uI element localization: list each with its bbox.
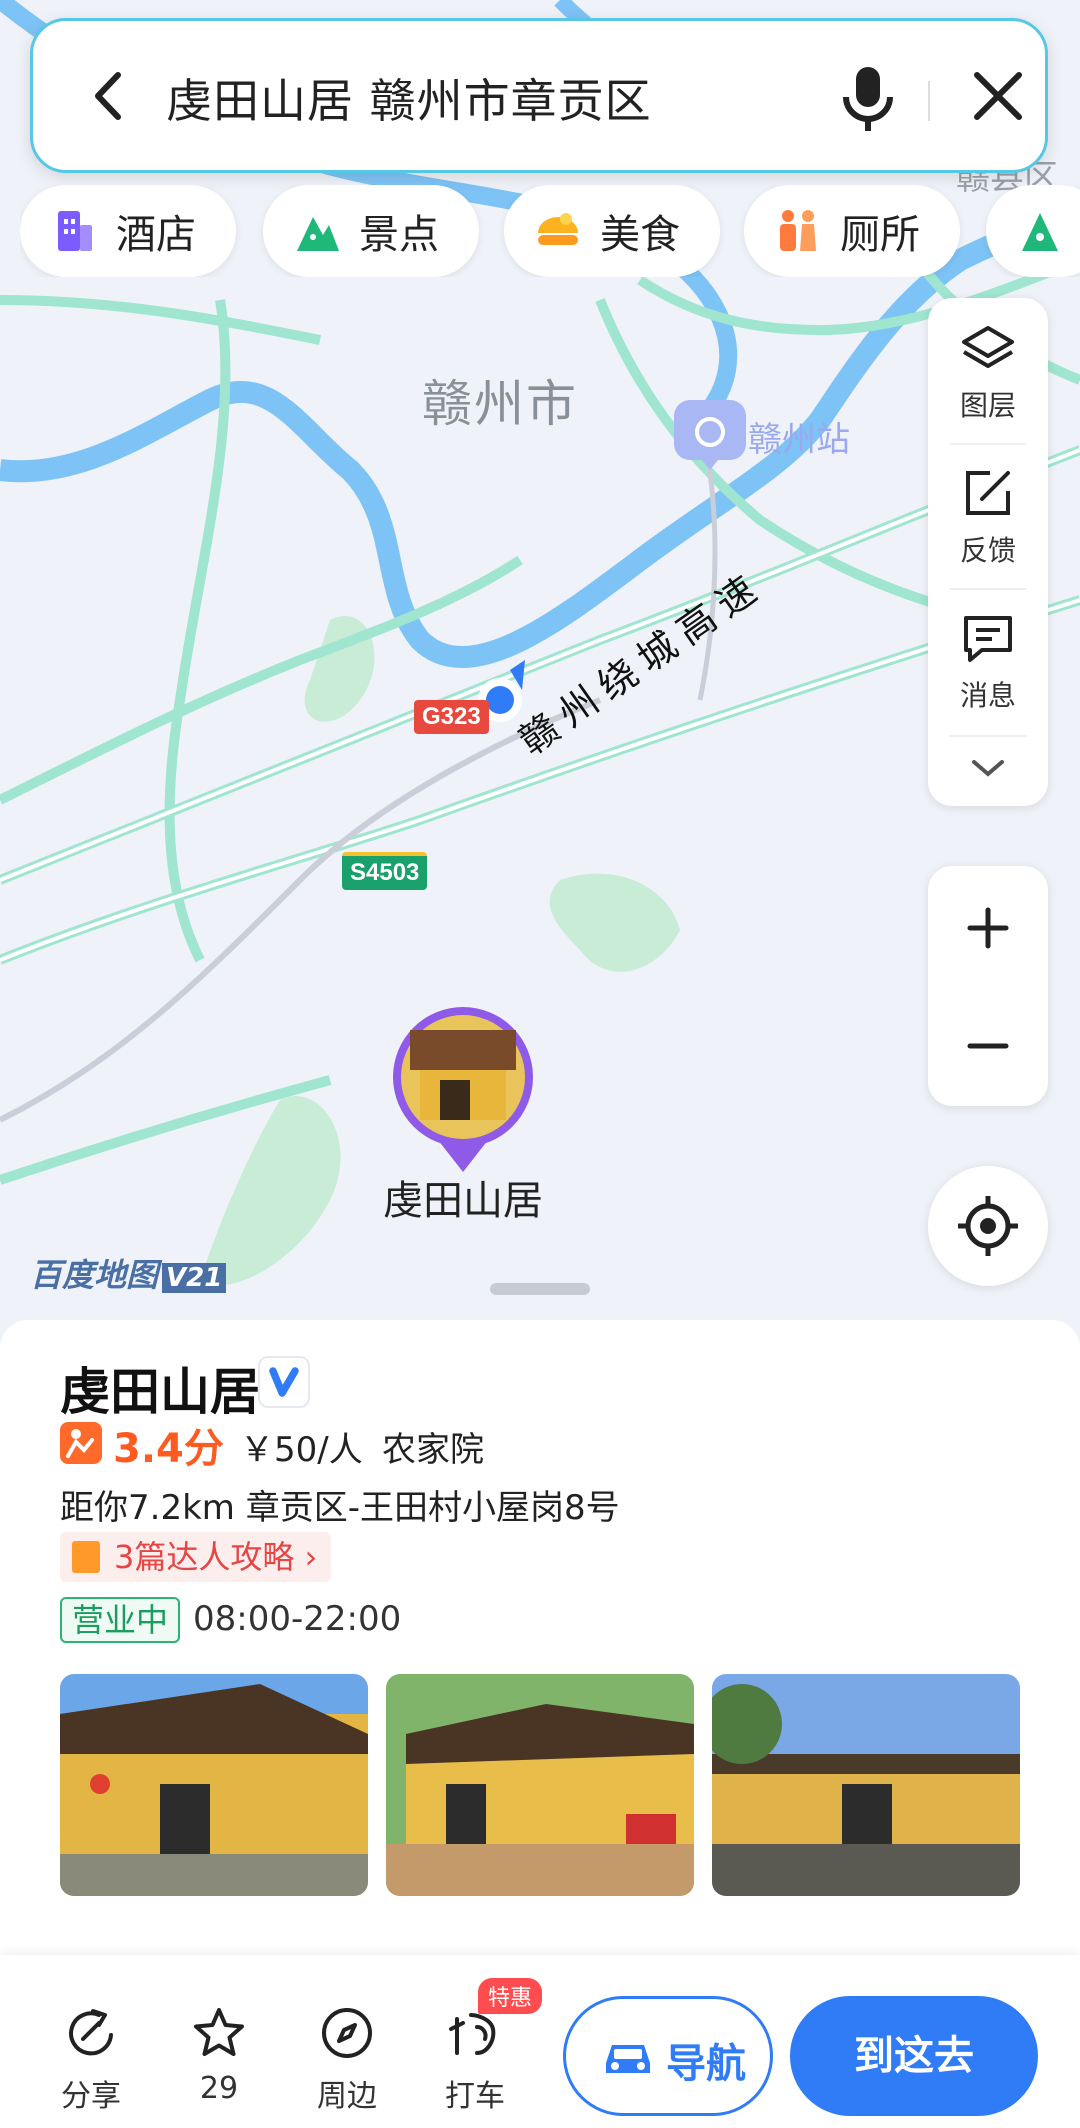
guides-link[interactable]: 3篇达人攻略 › — [60, 1532, 332, 1582]
go-here-button[interactable]: 到这去 — [790, 1996, 1038, 2116]
verified-icon — [258, 1356, 310, 1408]
share-icon — [69, 2009, 113, 2056]
favorite-button[interactable]: 29 — [164, 1955, 274, 2106]
category-chips: 酒店 景点 美食 厕所 — [20, 185, 1080, 277]
back-icon[interactable] — [73, 61, 143, 131]
tool-divider — [950, 735, 1026, 737]
place-category: 农家院 — [382, 1430, 484, 1470]
compass-icon — [322, 2008, 372, 2058]
chip-scenic[interactable]: 景点 — [263, 185, 479, 277]
photo-image — [712, 1674, 1020, 1896]
place-photo[interactable] — [60, 1674, 368, 1896]
chevron-right-icon: › — [294, 1538, 318, 1576]
zoom-out-icon[interactable] — [964, 1022, 1012, 1070]
hotel-icon — [58, 211, 92, 251]
book-icon — [72, 1541, 100, 1573]
zoom-in-icon[interactable] — [964, 904, 1012, 952]
photo-image — [60, 1674, 368, 1896]
zoom-panel — [928, 866, 1048, 1106]
chip-toilet[interactable]: 厕所 — [744, 185, 960, 277]
layers-icon — [962, 326, 1014, 368]
distance-address[interactable]: 距你7.2km 章贡区-王田村小屋岗8号 — [60, 1480, 620, 1529]
city-label: 赣州市 — [422, 375, 578, 433]
road-s-shield: S4503 — [342, 852, 428, 890]
message-icon — [964, 616, 1012, 662]
opening-hours: 08:00-22:00 — [193, 1599, 402, 1639]
place-photo[interactable] — [712, 1674, 1020, 1896]
layers-button[interactable]: 图层 — [928, 298, 1048, 443]
station-label: 赣州站 — [748, 420, 850, 460]
navigate-button[interactable]: 导航 — [563, 1996, 773, 2116]
toilet-icon — [780, 210, 816, 251]
rating-icon — [60, 1422, 102, 1464]
feedback-icon — [966, 471, 1010, 515]
road-g-shield: G323 — [414, 700, 489, 734]
car-icon — [606, 2045, 650, 2073]
search-bar[interactable]: 虔田山居 赣州市章贡区 — [30, 18, 1048, 173]
mic-icon[interactable] — [833, 61, 903, 136]
chip-more[interactable] — [986, 185, 1080, 277]
chip-food[interactable]: 美食 — [504, 185, 720, 277]
sheet-drag-handle[interactable] — [490, 1283, 590, 1295]
feedback-button[interactable]: 反馈 — [928, 443, 1048, 588]
chip-hotel[interactable]: 酒店 — [20, 185, 236, 277]
chevron-down-icon[interactable] — [970, 756, 1006, 780]
more-scenic-icon — [1022, 213, 1058, 251]
price-per-person: ￥50/人 — [240, 1430, 363, 1470]
nearby-button[interactable]: 周边 — [292, 1955, 402, 2115]
locate-button[interactable] — [928, 1166, 1048, 1286]
open-status-badge: 营业中 — [60, 1597, 181, 1643]
rating-score: 3.4分 — [113, 1426, 224, 1472]
locate-icon — [958, 1196, 1018, 1256]
search-separator — [928, 81, 930, 121]
photo-image — [386, 1674, 694, 1896]
map-logo: 百度地图 V21 — [30, 1250, 227, 1296]
search-input[interactable]: 虔田山居 赣州市章贡区 — [166, 65, 652, 131]
scenic-icon — [297, 217, 339, 251]
close-icon[interactable] — [963, 61, 1033, 131]
place-title: 虔田山居 — [60, 1363, 260, 1421]
star-icon — [194, 2008, 244, 2056]
message-button[interactable]: 消息 — [928, 588, 1048, 733]
place-photo[interactable] — [386, 1674, 694, 1896]
food-icon — [538, 213, 578, 245]
taxi-promo-badge: 特惠 — [478, 1978, 543, 2014]
poi-label[interactable]: 虔田山居 — [383, 1168, 543, 1226]
share-button[interactable]: 分享 — [36, 1955, 146, 2115]
map-tools-panel: 图层 反馈 消息 — [928, 298, 1048, 806]
